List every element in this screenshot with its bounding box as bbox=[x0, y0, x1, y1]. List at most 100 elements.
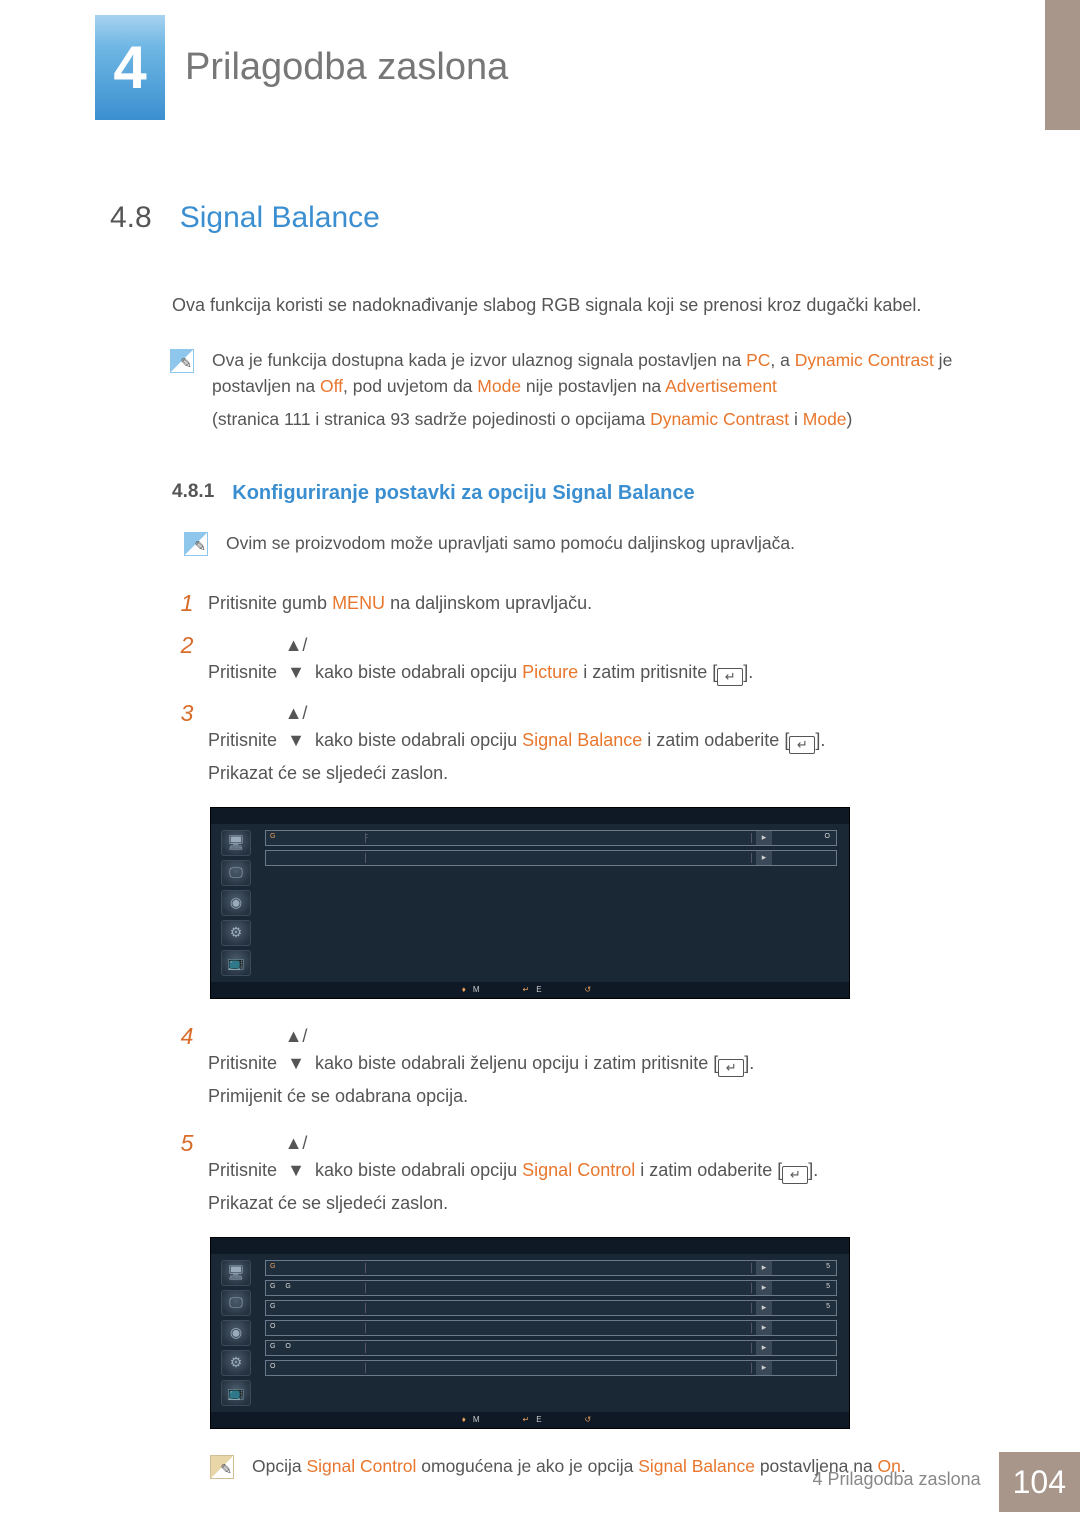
arrow-right-icon: ▸ bbox=[756, 1361, 772, 1375]
osd-row-label: G bbox=[270, 832, 365, 843]
osd-row-track bbox=[365, 1343, 752, 1353]
osd-side-icon: ◉ bbox=[221, 1320, 251, 1346]
hl-mode: Mode bbox=[477, 376, 521, 396]
osd-row: ▸ bbox=[265, 850, 837, 866]
osd-row-label: O bbox=[270, 1362, 365, 1373]
hl-signal-control: Signal Control bbox=[522, 1160, 635, 1180]
t: kako biste odabrali opciju bbox=[310, 730, 522, 750]
step-2: 2 Pritisnite ▲/▼ kako biste odabrali opc… bbox=[172, 632, 985, 686]
osd-side-icon: ⚙ bbox=[221, 1350, 251, 1376]
osd-footer-move: M bbox=[473, 1415, 483, 1424]
step-number: 1 bbox=[172, 590, 202, 618]
osd-side-icon: ⚙ bbox=[221, 920, 251, 946]
osd-side-icon: 🖵 bbox=[221, 1290, 251, 1316]
note-icon bbox=[184, 532, 208, 556]
t: na daljinskom upravljaču. bbox=[385, 593, 592, 613]
osd-row-value: 5 bbox=[772, 1282, 832, 1293]
arrow-right-icon: ▸ bbox=[756, 1301, 772, 1315]
osd-row-track bbox=[365, 1283, 752, 1293]
osd-row-label: G bbox=[270, 1302, 365, 1313]
osd-title-bar bbox=[211, 1238, 849, 1254]
hl-advertisement: Advertisement bbox=[665, 376, 777, 396]
decorative-side-band bbox=[1045, 0, 1080, 130]
osd-row: G G ▸ 5 bbox=[265, 1280, 837, 1296]
t: Primijenit će se odabrana opcija. bbox=[208, 1083, 754, 1110]
chapter-title: Prilagodba zaslona bbox=[185, 39, 508, 96]
hl-off: Off bbox=[320, 376, 343, 396]
section-number: 4.8 bbox=[110, 195, 152, 240]
t: ]. bbox=[743, 662, 753, 682]
osd-row-label: G G bbox=[270, 1282, 365, 1293]
osd-screenshot-signal-control: 🖥 🖵 ◉ ⚙ 📺 G ▸ 5 G G ▸ 5 bbox=[210, 1237, 850, 1429]
osd-title-bar bbox=[211, 808, 849, 824]
osd-row: G ▸ 5 bbox=[265, 1260, 837, 1276]
osd-row-label: G O bbox=[270, 1342, 365, 1353]
t: Pritisnite bbox=[208, 730, 282, 750]
t: Pritisnite bbox=[208, 662, 282, 682]
updown-icon: ▲/▼ bbox=[282, 1130, 310, 1184]
osd-row-track bbox=[365, 1323, 752, 1333]
t: , a bbox=[770, 350, 794, 370]
osd-row: G O ▸ bbox=[265, 1340, 837, 1356]
step-number: 3 bbox=[172, 700, 202, 793]
section-heading: 4.8 Signal Balance bbox=[110, 195, 985, 240]
t: ]. bbox=[815, 730, 825, 750]
osd-side-icon: 🖵 bbox=[221, 860, 251, 886]
updown-icon: ▲/▼ bbox=[282, 1023, 310, 1077]
t: Prikazat će se sljedeći zaslon. bbox=[208, 760, 825, 787]
osd-side-icon: 🖥 bbox=[221, 830, 251, 856]
updown-icon: ▲/▼ bbox=[282, 632, 310, 686]
t: i bbox=[789, 409, 803, 429]
osd-footer-enter: E bbox=[536, 1415, 544, 1424]
arrow-right-icon: ▸ bbox=[756, 851, 772, 865]
step-text: Pritisnite ▲/▼ kako biste odabrali opcij… bbox=[208, 700, 825, 793]
subsection-heading: 4.8.1 Konfiguriranje postavki za opciju … bbox=[172, 478, 985, 508]
osd-row-label: G bbox=[270, 1262, 365, 1273]
osd-row-track bbox=[365, 853, 752, 863]
hl-signal-control: Signal Control bbox=[306, 1456, 416, 1476]
updown-icon: ▲/▼ bbox=[282, 700, 310, 754]
step-text: Pritisnite gumb MENU na daljinskom uprav… bbox=[208, 590, 592, 618]
hl-signal-balance: Signal Balance bbox=[638, 1456, 755, 1476]
osd-side-icon: ◉ bbox=[221, 890, 251, 916]
t: ]. bbox=[808, 1160, 818, 1180]
page-footer: 4 Prilagodba zaslona 104 bbox=[794, 1452, 1080, 1512]
enter-icon bbox=[782, 1166, 808, 1184]
osd-row-track: : bbox=[365, 833, 752, 843]
arrow-right-icon: ▸ bbox=[756, 1341, 772, 1355]
osd-row-label: O bbox=[270, 1322, 365, 1333]
osd-row-value: O bbox=[772, 832, 832, 843]
hl-picture: Picture bbox=[522, 662, 578, 682]
remote-note-text: Ovim se proizvodom može upravljati samo … bbox=[226, 530, 795, 556]
t: omogućena je ako je opcija bbox=[416, 1456, 638, 1476]
arrow-right-icon: ▸ bbox=[756, 831, 772, 845]
note-body: Ova je funkcija dostupna kada je izvor u… bbox=[212, 347, 985, 438]
osd-side-icon: 🖥 bbox=[221, 1260, 251, 1286]
footer-page-number: 104 bbox=[999, 1452, 1080, 1512]
osd-side-icon: 📺 bbox=[221, 1380, 251, 1406]
t: Pritisnite bbox=[208, 1160, 282, 1180]
section-title: Signal Balance bbox=[180, 195, 380, 240]
osd-footer-enter: E bbox=[536, 985, 544, 994]
osd-screenshot-signal-balance: 🖥 🖵 ◉ ⚙ 📺 G : ▸ O ▸ bbox=[210, 807, 850, 999]
step-1: 1 Pritisnite gumb MENU na daljinskom upr… bbox=[172, 590, 985, 618]
t: i zatim odaberite [ bbox=[635, 1160, 782, 1180]
osd-row-track bbox=[365, 1303, 752, 1313]
step-5: 5 Pritisnite ▲/▼ kako biste odabrali opc… bbox=[172, 1130, 985, 1223]
enter-icon bbox=[717, 668, 743, 686]
note-icon bbox=[170, 349, 194, 373]
osd-row: G : ▸ O bbox=[265, 830, 837, 846]
osd-row-track bbox=[365, 1263, 752, 1273]
t: Ova je funkcija dostupna kada je izvor u… bbox=[212, 350, 746, 370]
footer-chapter-ref: 4 Prilagodba zaslona bbox=[794, 1452, 998, 1512]
t: , pod uvjetom da bbox=[343, 376, 477, 396]
osd-sidebar: 🖥 🖵 ◉ ⚙ 📺 bbox=[211, 1254, 261, 1412]
step-number: 5 bbox=[172, 1130, 202, 1223]
step-text: Pritisnite ▲/▼ kako biste odabrali želje… bbox=[208, 1023, 754, 1116]
subsection-number: 4.8.1 bbox=[172, 478, 214, 508]
intro-text: Ova funkcija koristi se nadoknađivanje s… bbox=[172, 292, 985, 319]
osd-footer: ♦M ↵E ↺ bbox=[211, 982, 849, 998]
t: Opcija bbox=[252, 1456, 306, 1476]
t: ) bbox=[847, 409, 853, 429]
osd-footer-move: M bbox=[473, 985, 483, 994]
